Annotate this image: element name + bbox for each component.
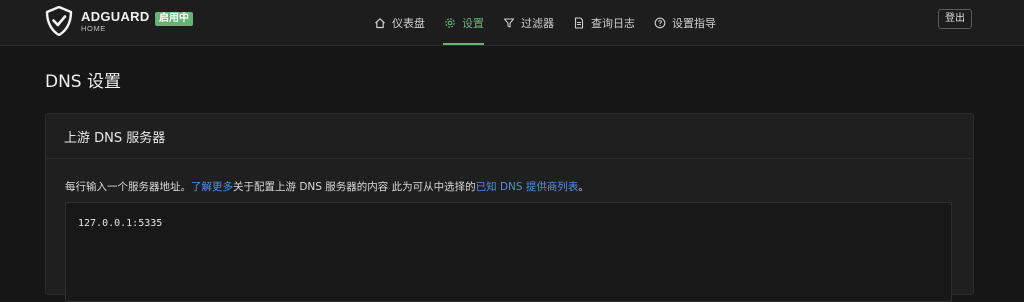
nav-query-log-label: 查询日志	[591, 16, 635, 30]
nav-settings-label: 设置	[462, 16, 484, 30]
nav-dashboard-label: 仪表盘	[392, 16, 425, 30]
upstream-dns-card: 上游 DNS 服务器 每行输入一个服务器地址。了解更多关于配置上游 DNS 服务…	[45, 113, 974, 302]
adguard-shield-icon	[45, 6, 73, 36]
nav-setup-guide-label: 设置指导	[672, 16, 716, 30]
card-title: 上游 DNS 服务器	[46, 114, 973, 159]
upstream-servers-input[interactable]: 127.0.0.1:5335	[65, 202, 952, 302]
log-icon	[572, 16, 586, 30]
dns-providers-link[interactable]: 已知 DNS 提供商列表	[476, 181, 579, 193]
nav-filters-label: 过滤器	[521, 16, 554, 30]
nav-query-log[interactable]: 查询日志	[572, 0, 635, 45]
nav-settings[interactable]: 设置	[443, 0, 484, 45]
filter-icon	[502, 16, 516, 30]
brand-name: ADGUARD	[81, 8, 150, 24]
status-badge: 启用中	[155, 12, 193, 26]
learn-more-link[interactable]: 了解更多	[191, 181, 233, 193]
nav-filters[interactable]: 过滤器	[502, 0, 554, 45]
page-title: DNS 设置	[45, 72, 122, 92]
home-icon	[373, 16, 387, 30]
upstream-description: 每行输入一个服务器地址。了解更多关于配置上游 DNS 服务器的内容 此为可从中选…	[65, 179, 589, 194]
main-nav: 仪表盘 设置 过滤器 查询日志 设置指导	[373, 0, 734, 45]
card-title-text: 上游 DNS 服务器	[64, 130, 166, 146]
desc-prefix: 每行输入一个服务器地址。	[65, 181, 191, 193]
gear-icon	[443, 16, 457, 30]
nav-setup-guide[interactable]: 设置指导	[653, 0, 716, 45]
help-icon	[653, 16, 667, 30]
adguard-logo[interactable]: ADGUARD HOME	[45, 6, 150, 36]
desc-suffix: 。	[578, 181, 589, 193]
brand-subtitle: HOME	[81, 23, 106, 33]
top-navbar: ADGUARD HOME 启用中 仪表盘 设置 过滤器 查询日志 设置指导 登出	[0, 0, 1024, 46]
logout-button[interactable]: 登出	[938, 9, 972, 29]
desc-middle: 关于配置上游 DNS 服务器的内容 此为可从中选择的	[233, 181, 476, 193]
nav-dashboard[interactable]: 仪表盘	[373, 0, 425, 45]
